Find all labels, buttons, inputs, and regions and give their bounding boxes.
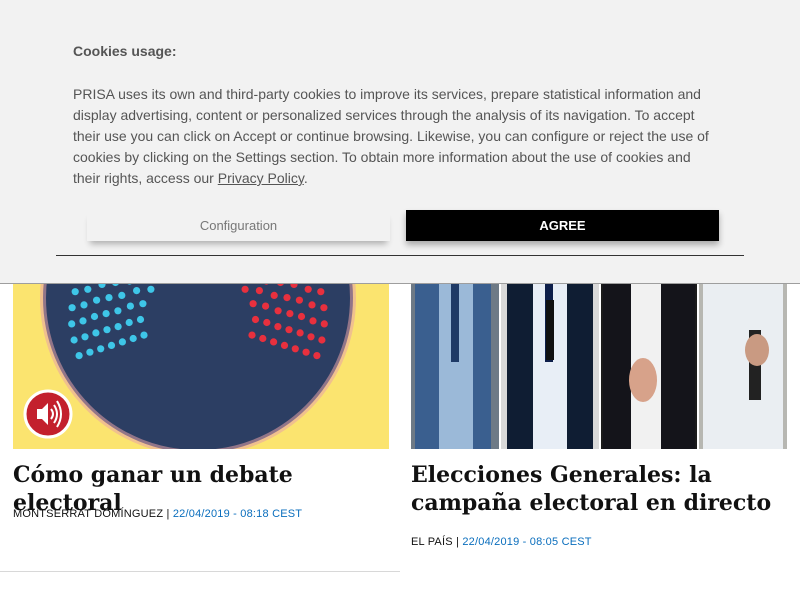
seat-dot — [307, 333, 315, 341]
seat-dot — [103, 326, 111, 334]
seat-dot — [263, 318, 271, 327]
seat-dot — [102, 310, 110, 318]
seat-dot — [308, 301, 316, 309]
seat-dot — [259, 334, 267, 343]
seat-dot — [296, 329, 304, 337]
byline-separator: | — [166, 508, 170, 520]
article-headline[interactable]: Elecciones Generales: la campaña elector… — [411, 461, 787, 517]
seat-dot — [274, 307, 282, 315]
seat-dot — [71, 288, 79, 296]
seat-dot — [270, 338, 278, 346]
seat-dot — [262, 302, 270, 310]
seat-dot — [81, 333, 89, 341]
seat-dot — [283, 294, 291, 302]
seat-dot — [320, 304, 328, 312]
agree-button[interactable]: AGREE — [406, 210, 719, 241]
seat-dot — [136, 315, 145, 324]
seat-dot — [302, 348, 310, 356]
seat-dot — [139, 300, 147, 308]
seat-dot — [90, 312, 99, 321]
privacy-policy-link[interactable]: Privacy Policy — [218, 170, 304, 186]
seat-dot — [129, 334, 137, 343]
seat-dot — [251, 315, 260, 324]
seat-dot — [318, 336, 326, 344]
seat-dot — [133, 287, 141, 295]
byline-separator: | — [456, 536, 460, 548]
seat-dot — [248, 331, 256, 339]
seat-dot — [286, 310, 294, 318]
cookie-consent-banner: Cookies usage: PRISA uses its own and th… — [0, 0, 800, 284]
seat-dot — [285, 326, 293, 334]
seat-dot — [118, 338, 126, 346]
seat-dot — [270, 291, 278, 299]
seat-dot — [295, 296, 303, 304]
seat-dot — [126, 302, 134, 310]
seat-dot — [84, 285, 92, 293]
seat-dot — [68, 320, 76, 328]
seat-dot — [313, 352, 321, 360]
seat-dot — [291, 345, 299, 353]
seat-dot — [97, 345, 105, 353]
seat-dot — [317, 288, 325, 296]
banner-divider — [56, 255, 744, 256]
seat-dot — [274, 323, 282, 331]
seat-dot — [304, 285, 312, 293]
cookie-body-text: PRISA uses its own and third-party cooki… — [73, 86, 709, 186]
seat-dot — [92, 329, 100, 337]
article-author[interactable]: El País — [411, 536, 453, 548]
article-divider — [0, 571, 400, 572]
seat-dot — [80, 301, 88, 309]
article-author[interactable]: Montserrat Domínguez — [13, 508, 163, 520]
seat-dot — [107, 341, 116, 349]
seat-dot — [297, 312, 306, 321]
seat-dot — [280, 341, 289, 349]
seat-dot — [93, 296, 101, 304]
seat-dot — [125, 318, 133, 327]
article-date: 22/04/2019 - 08:05 CEST — [462, 536, 592, 548]
seat-dot — [249, 300, 257, 308]
seat-dot — [70, 336, 78, 344]
cookie-title: Cookies usage: — [73, 43, 177, 59]
seat-dot — [114, 323, 122, 331]
seat-dot — [147, 285, 155, 293]
seat-dot — [79, 317, 87, 325]
seat-dot — [241, 285, 249, 293]
seat-dot — [86, 348, 94, 356]
article-date: 22/04/2019 - 08:18 CEST — [172, 508, 303, 520]
speaker-button[interactable] — [23, 389, 73, 439]
seat-dot — [255, 287, 263, 295]
cookie-text-end: . — [303, 170, 308, 186]
seat-dot — [140, 331, 148, 339]
article-byline: El País | 22/04/2019 - 08:05 CEST — [411, 536, 592, 548]
article-byline: Montserrat Domínguez | 22/04/2019 - 08:1… — [13, 508, 302, 520]
seat-dot — [105, 294, 113, 302]
seat-dot — [118, 291, 126, 299]
seat-dot — [114, 307, 122, 315]
seat-dot — [309, 317, 317, 325]
seat-dot — [75, 352, 83, 360]
cookie-description: PRISA uses its own and third-party cooki… — [73, 84, 718, 189]
seat-dot — [320, 320, 328, 328]
configuration-button[interactable]: Configuration — [87, 210, 390, 241]
seat-dot — [68, 304, 76, 312]
